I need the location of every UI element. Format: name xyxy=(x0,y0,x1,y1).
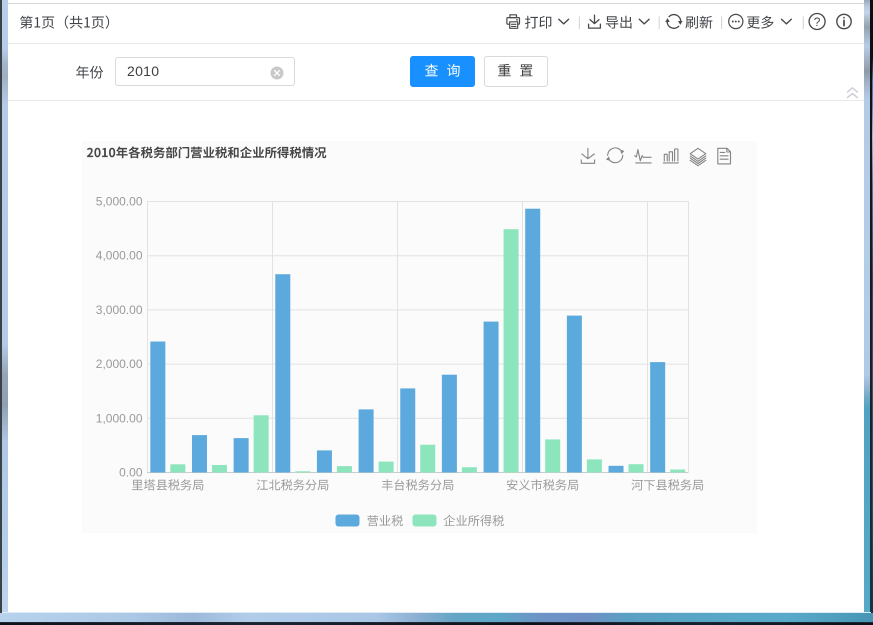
svg-text:3,000.00: 3,000.00 xyxy=(96,303,143,317)
svg-text:1,000.00: 1,000.00 xyxy=(96,411,143,425)
svg-text:?: ? xyxy=(814,15,821,29)
svg-text:5,000.00: 5,000.00 xyxy=(96,195,143,209)
svg-text:4,000.00: 4,000.00 xyxy=(96,249,143,263)
svg-text:2,000.00: 2,000.00 xyxy=(96,357,143,371)
svg-text:0.00: 0.00 xyxy=(119,466,143,480)
